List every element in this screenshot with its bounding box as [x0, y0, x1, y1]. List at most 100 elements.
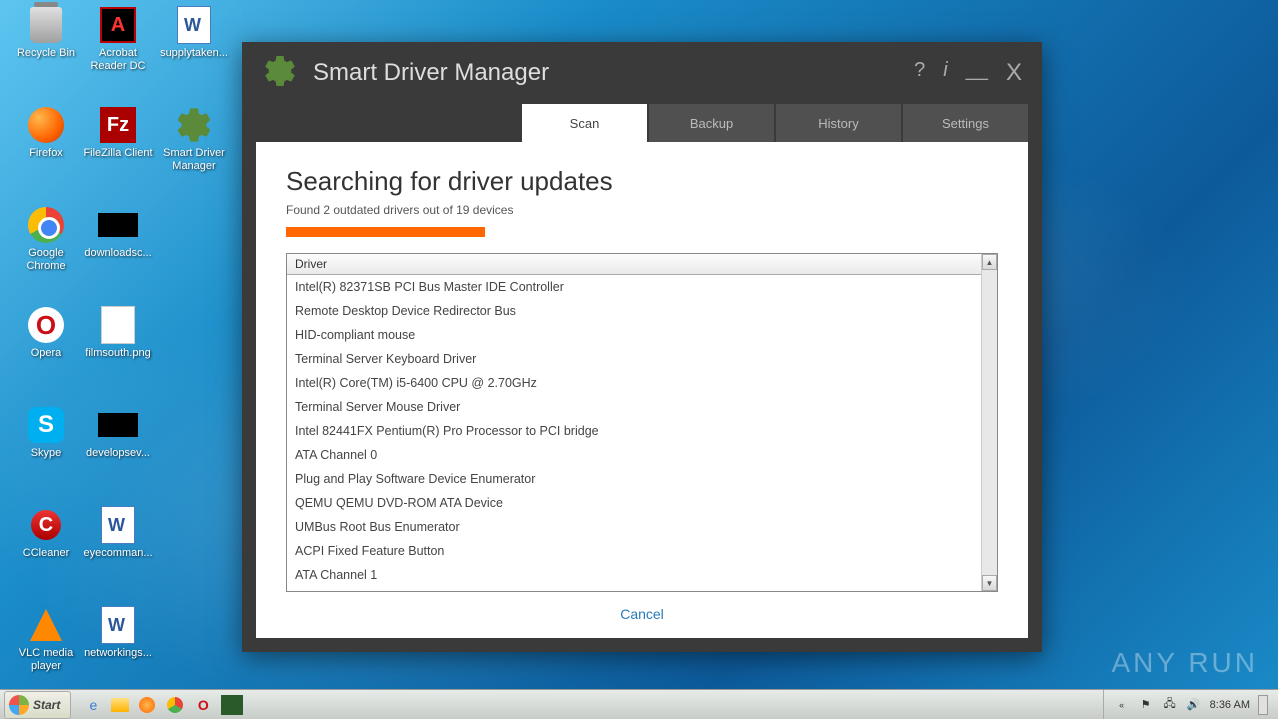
taskbar-sdm-icon[interactable]	[221, 695, 243, 715]
smart-driver-manager-shortcut[interactable]: Smart Driver Manager	[158, 105, 230, 173]
scrollbar[interactable]: ▲ ▼	[981, 254, 997, 591]
help-button[interactable]: ?	[914, 59, 925, 87]
table-row[interactable]: Intel 82441FX Pentium(R) Pro Processor t…	[287, 419, 981, 443]
vlc-icon	[26, 605, 66, 645]
table-row[interactable]: HID-compliant mouse	[287, 323, 981, 347]
table-header-driver[interactable]: Driver	[287, 254, 981, 275]
adobe-reader[interactable]: Acrobat Reader DC	[82, 5, 154, 73]
table-row[interactable]: ACPI Fixed Feature Button	[287, 539, 981, 563]
quick-launch: e O	[75, 695, 251, 715]
filezilla[interactable]: FzFileZilla Client	[82, 105, 154, 160]
progress-fill	[286, 227, 485, 237]
vlc[interactable]: VLC media player	[10, 605, 82, 673]
networkings[interactable]: networkings...	[82, 605, 154, 660]
tab-scan[interactable]: Scan	[522, 104, 647, 142]
desktop-icon-label: supplytaken...	[158, 47, 230, 60]
desktop-icon-label: downloadsc...	[82, 247, 154, 260]
scroll-down-button[interactable]: ▼	[982, 575, 997, 591]
app-tabs: ScanBackupHistorySettings	[242, 104, 1042, 142]
show-desktop-button[interactable]	[1258, 695, 1268, 715]
filmsouth[interactable]: filmsouth.png	[82, 305, 154, 360]
filmsouth-icon	[98, 305, 138, 345]
cancel-button[interactable]: Cancel	[620, 606, 664, 622]
desktop-icon-label: filmsouth.png	[82, 347, 154, 360]
desktop-icon-label: CCleaner	[10, 547, 82, 560]
supplytaken-icon	[174, 5, 214, 45]
smart-driver-manager-shortcut-icon	[174, 105, 214, 145]
taskbar: Start e O « ⚑ 🖧 🔊 8:36 AM	[0, 689, 1278, 719]
scan-heading: Searching for driver updates	[286, 166, 998, 197]
table-row[interactable]: ATA Channel 0	[287, 443, 981, 467]
desktop-icon-label: networkings...	[82, 647, 154, 660]
firefox[interactable]: Firefox	[10, 105, 82, 160]
table-row[interactable]: Intel(R) Core(TM) i5-6400 CPU @ 2.70GHz	[287, 371, 981, 395]
minimize-button[interactable]: __	[966, 59, 988, 87]
smart-driver-manager-window: Smart Driver Manager ? i __ X ScanBackup…	[242, 42, 1042, 652]
recycle-bin-icon	[26, 5, 66, 45]
desktop-icon-label: Smart Driver Manager	[158, 147, 230, 173]
tray-network-icon[interactable]: 🖧	[1162, 697, 1178, 713]
taskbar-chrome-icon[interactable]	[165, 695, 185, 715]
ccleaner-icon	[26, 505, 66, 545]
watermark-text: ANY RUN	[1111, 647, 1258, 679]
networkings-icon	[98, 605, 138, 645]
driver-table: Driver Intel(R) 82371SB PCI Bus Master I…	[286, 253, 998, 592]
info-button[interactable]: i	[943, 59, 947, 87]
eyecomman-icon	[98, 505, 138, 545]
desktop-icon-label: Opera	[10, 347, 82, 360]
supplytaken[interactable]: supplytaken...	[158, 5, 230, 60]
desktop-icon-label: Google Chrome	[10, 247, 82, 273]
close-button[interactable]: X	[1006, 59, 1022, 87]
recycle-bin[interactable]: Recycle Bin	[10, 5, 82, 60]
start-button[interactable]: Start	[4, 691, 71, 719]
gear-icon	[262, 53, 298, 94]
filezilla-icon: Fz	[98, 105, 138, 145]
app-titlebar[interactable]: Smart Driver Manager ? i __ X	[242, 42, 1042, 104]
tray-expand-icon[interactable]: «	[1114, 697, 1130, 713]
tray-volume-icon[interactable]: 🔊	[1186, 697, 1202, 713]
eyecomman[interactable]: eyecomman...	[82, 505, 154, 560]
table-row[interactable]: Remote Desktop Device Redirector Bus	[287, 299, 981, 323]
desktop-icon-label: VLC media player	[10, 647, 82, 673]
desktop-icon-label: Skype	[10, 447, 82, 460]
table-row[interactable]: UMBus Root Bus Enumerator	[287, 515, 981, 539]
progress-bar	[286, 227, 998, 237]
table-row[interactable]: Plug and Play Software Device Enumerator	[287, 467, 981, 491]
taskbar-ie-icon[interactable]: e	[83, 695, 103, 715]
desktop-icon-label: eyecomman...	[82, 547, 154, 560]
app-title: Smart Driver Manager	[313, 59, 914, 87]
scan-subheading: Found 2 outdated drivers out of 19 devic…	[286, 203, 998, 217]
tab-settings[interactable]: Settings	[903, 104, 1028, 142]
downloadsc[interactable]: downloadsc...	[82, 205, 154, 260]
ccleaner[interactable]: CCleaner	[10, 505, 82, 560]
taskbar-explorer-icon[interactable]	[111, 698, 129, 712]
skype[interactable]: S Skype	[10, 405, 82, 460]
table-row[interactable]: Intel(R) 82371SB PCI Bus Master IDE Cont…	[287, 275, 981, 299]
opera-icon	[26, 305, 66, 345]
opera[interactable]: Opera	[10, 305, 82, 360]
scroll-up-button[interactable]: ▲	[982, 254, 997, 270]
tray-flag-icon[interactable]: ⚑	[1138, 697, 1154, 713]
watermark: ANY RUN	[1111, 647, 1258, 679]
table-row[interactable]: Terminal Server Keyboard Driver	[287, 347, 981, 371]
clock[interactable]: 8:36 AM	[1210, 699, 1250, 711]
table-row[interactable]: Terminal Server Mouse Driver	[287, 395, 981, 419]
taskbar-firefox-icon[interactable]	[137, 695, 157, 715]
desktop-icon-label: Recycle Bin	[10, 47, 82, 60]
desktop-icon-label: Firefox	[10, 147, 82, 160]
start-label: Start	[33, 698, 60, 712]
table-row[interactable]: QEMU QEMU DVD-ROM ATA Device	[287, 491, 981, 515]
taskbar-opera-icon[interactable]: O	[193, 695, 213, 715]
developsev[interactable]: developsev...	[82, 405, 154, 460]
chrome-icon	[26, 205, 66, 245]
tab-backup[interactable]: Backup	[649, 104, 774, 142]
skype-icon: S	[26, 405, 66, 445]
chrome[interactable]: Google Chrome	[10, 205, 82, 273]
app-content: Searching for driver updates Found 2 out…	[256, 142, 1028, 638]
firefox-icon	[26, 105, 66, 145]
system-tray: « ⚑ 🖧 🔊 8:36 AM	[1103, 690, 1278, 719]
tab-history[interactable]: History	[776, 104, 901, 142]
windows-logo-icon	[9, 695, 29, 715]
desktop-icon-label: developsev...	[82, 447, 154, 460]
table-row[interactable]: ATA Channel 1	[287, 563, 981, 587]
